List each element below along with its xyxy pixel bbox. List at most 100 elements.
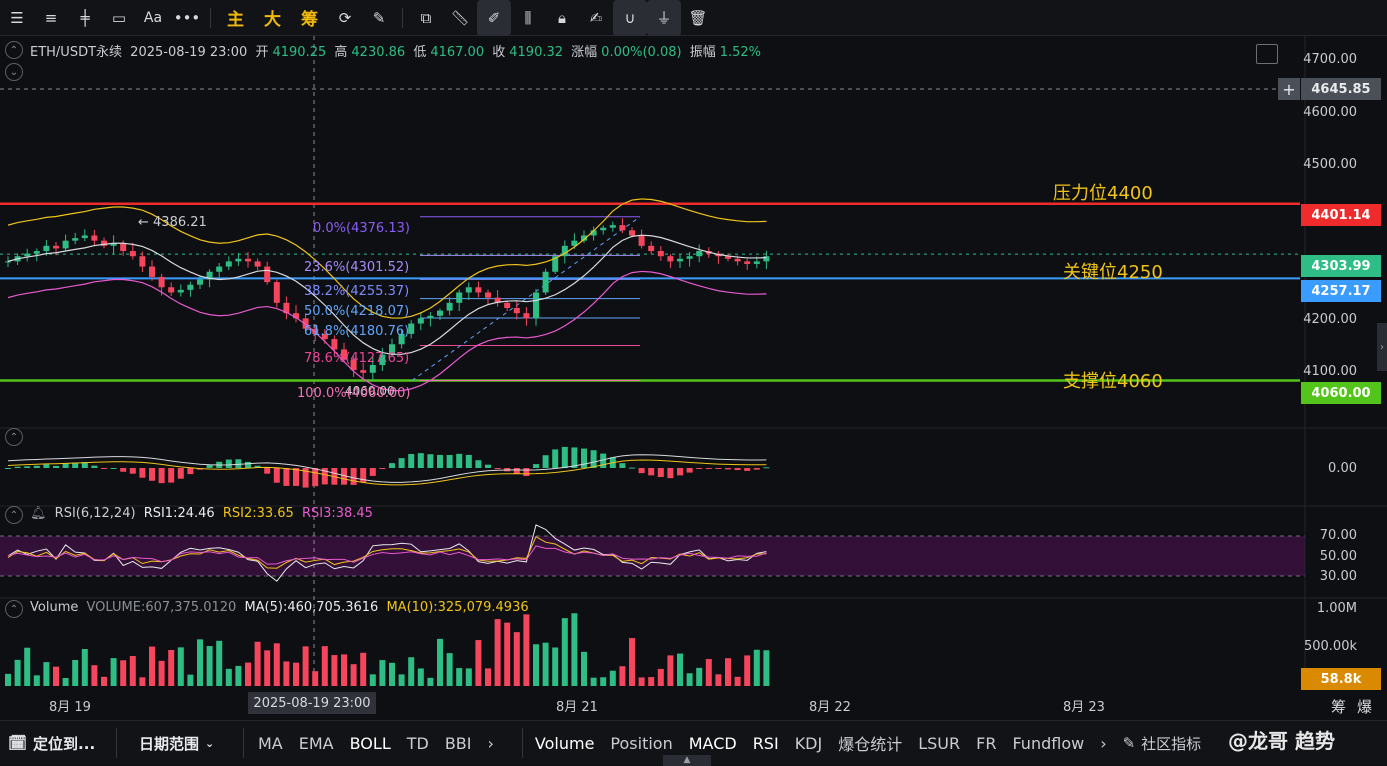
volume-bar [177,647,184,686]
macd-bar [590,450,597,468]
candle-body [273,282,280,303]
macd-bar [187,468,194,475]
volume-axis-label: 500.00k [1303,639,1357,654]
macd-bar [763,467,770,469]
date-label: 8月 21 [556,700,598,715]
volume-bar [187,674,194,686]
volume-toggle-icon[interactable]: ⌃ [5,600,23,618]
candle-body [533,292,539,319]
indicator-td[interactable]: TD [399,721,437,766]
volume-bar [561,618,568,686]
volume-bar [590,677,597,686]
fullscreen-icon[interactable] [1256,44,1278,64]
macd-bar [43,464,50,468]
volume-bar [91,665,98,686]
resistance-annotation[interactable]: 压力位4400 [1053,179,1153,205]
volume-ma5: MA(5):460,705.3616 [244,600,379,615]
macd-bar [177,468,184,479]
macd-bar [139,468,146,478]
indicator-volume[interactable]: Volume [523,721,603,766]
rectangle-icon[interactable]: ▭ [102,0,136,36]
support-annotation[interactable]: 支撑位4060 [1063,367,1163,393]
volume-bar [81,649,88,686]
macd-bar [389,463,395,468]
lock-icon[interactable]: 🔒︎ [545,0,579,36]
macd-bar [657,468,664,478]
low-label: 低 [413,45,427,60]
indicator-lsur[interactable]: LSUR [910,721,968,766]
indicator-boll[interactable]: BOLL [342,721,399,766]
candle-body [744,261,751,264]
candle-body [648,245,655,252]
date-range-dropdown[interactable]: 日期范围 ⌄ [117,721,243,766]
draw-settings-icon[interactable]: ✎ [362,0,396,36]
indicator-bbi[interactable]: BBI [437,721,480,766]
candle-body [216,266,223,272]
big-order-button[interactable]: 大 [254,0,291,36]
collapse-handle[interactable]: ▲ [663,755,711,766]
chevron-right-icon[interactable]: › [1092,721,1114,766]
liquidation-toggle[interactable]: 爆 [1357,696,1372,717]
volume-title: Volume [30,600,79,615]
indicator-kdj[interactable]: KDJ [787,721,831,766]
macd-bar [53,465,59,468]
macd-bar [293,468,299,486]
candle-body [753,261,760,264]
locate-button[interactable]: 🗓︎ 定位到... [0,721,116,766]
volume-axis-label: 1.00M [1316,601,1357,616]
macd-toggle-icon[interactable]: ⌃ [5,428,23,446]
macd-bar [427,454,434,468]
candle-style-icon[interactable]: ⫼ [511,0,545,36]
text-tool-icon[interactable]: Aa [136,0,170,36]
volume-bar [581,651,587,686]
menu-icon[interactable]: ☰ [0,0,34,36]
ruler-icon[interactable]: 📏︎ [443,0,477,36]
volume-bar [254,641,261,686]
high-marker: ← 4386.21 [138,215,207,230]
more-icon[interactable]: ••• [170,0,204,36]
chips-button[interactable]: 筹 [291,0,328,36]
indicator-ema[interactable]: EMA [291,721,342,766]
macd-bar [715,468,722,469]
copy-icon[interactable]: ⧉ [409,0,443,36]
macd-bar [33,465,40,468]
amplitude-value: 1.52% [719,45,762,60]
candle-body [187,284,194,290]
trash-icon[interactable]: 🗑︎ [681,0,715,36]
indicator-rsi[interactable]: RSI [745,721,787,766]
indicator-liquidation[interactable]: 爆仓统计 [830,721,910,766]
indicator-fr[interactable]: FR [968,721,1004,766]
volume-bar [667,655,674,686]
brush-icon[interactable]: ✐ [477,0,511,36]
community-label: 社区指标 [1141,734,1202,753]
indent-list-icon[interactable]: ≡ [34,0,68,36]
chart-area[interactable]: ⌃ ⌄ ETH/USDT永续 2025-08-19 23:00 开 4190.25… [0,36,1387,720]
magnet-icon[interactable]: ∪ [613,0,647,36]
volume-bar [427,677,434,686]
volume-bar [53,666,59,686]
chevron-right-icon[interactable]: › [480,721,502,766]
volume-bar [677,653,683,686]
macd-bar [446,454,453,468]
bell-icon[interactable]: 🔔︎ [30,506,47,521]
indicator-ma[interactable]: MA [244,721,291,766]
volume-bar [657,668,664,686]
main-chart-button[interactable]: 主 [217,0,254,36]
volume-bar [33,675,40,686]
volume-bar [542,642,549,686]
volume-bar [696,667,703,686]
collapse-icon[interactable]: ⌃ [5,41,23,59]
horizontal-line-icon[interactable]: ╪ [68,0,102,36]
add-alert-button[interactable]: + [1278,78,1300,100]
rsi-toggle-icon[interactable]: ⌃ [5,506,23,524]
community-indicators[interactable]: ✎ 社区指标 [1115,721,1210,766]
volume-bar [235,665,242,686]
expand-icon[interactable]: ⌄ [5,63,23,81]
chips-toggle[interactable]: 筹 [1331,696,1346,717]
sync-icon[interactable]: ⟳ [328,0,362,36]
indicator-fundflow[interactable]: Fundflow [1004,721,1092,766]
side-panel-handle[interactable]: › [1377,323,1387,371]
edit-note-icon[interactable]: ✍ [579,0,613,36]
filter-icon[interactable]: ⏚ [647,0,681,36]
key-level-annotation[interactable]: 关键位4250 [1063,258,1163,284]
